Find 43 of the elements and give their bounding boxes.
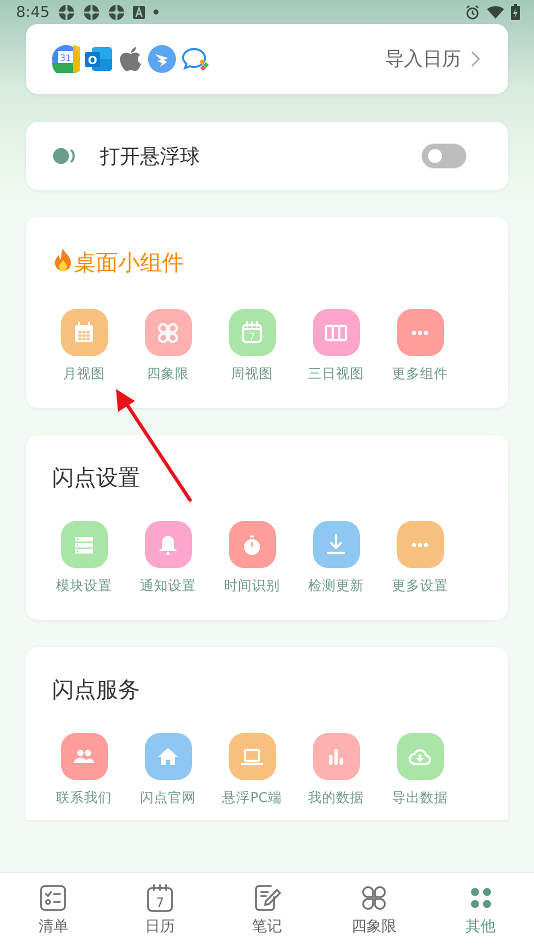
shortcut-button[interactable]: 导出数据 [378, 733, 462, 806]
shortcut-button[interactable]: 时间识别 [210, 521, 294, 594]
shortcut-button[interactable]: 三日视图 [294, 309, 378, 382]
shortcut-button[interactable]: 更多设置 [378, 521, 462, 594]
import-calendar-button[interactable]: 导入日历 [385, 46, 480, 72]
shortcut-button[interactable]: 模块设置 [42, 521, 126, 594]
section-title: 闪点服务 [52, 677, 140, 705]
shortcut-button[interactable]: 悬浮PC端 [210, 733, 294, 806]
app-notification-icon [82, 4, 100, 20]
shortcut-button[interactable]: 月视图 [42, 309, 126, 382]
shortcut-button[interactable]: 闪点官网 [126, 733, 210, 806]
dot-icon [152, 9, 159, 15]
shortcut-button[interactable]: 我的数据 [294, 733, 378, 806]
flame-icon [52, 247, 74, 273]
section-title: 闪点设置 [52, 465, 140, 493]
shortcut-button[interactable]: 7 周视图 [210, 309, 294, 382]
floating-ball-icon [52, 147, 76, 165]
app-notification-icon [58, 4, 75, 20]
toggle-switch[interactable] [421, 143, 467, 169]
app-notification-icon [108, 4, 125, 20]
keyboard-icon [132, 6, 145, 18]
alarm-icon [465, 4, 480, 20]
clock: 8:45 [16, 3, 50, 21]
chat-logo-icon [180, 45, 210, 73]
shortcut-button[interactable]: 通知设置 [126, 521, 210, 594]
calendar-logo-icon: 31 [52, 45, 80, 73]
battery-icon [511, 4, 520, 20]
calendar-icon: 7 [228, 309, 276, 356]
floating-ball-label: 打开悬浮球 [100, 142, 200, 170]
nav-tab[interactable]: 7 日历 [145, 873, 176, 937]
nav-tab[interactable]: 清单 [38, 873, 68, 937]
wifi-icon [487, 5, 504, 19]
shortcut-button[interactable]: 四象限 [126, 309, 210, 382]
shortcut-button[interactable]: 检测更新 [294, 521, 378, 594]
apple-icon [118, 45, 144, 73]
checklist-icon [38, 883, 68, 913]
shortcut-button[interactable]: 更多组件 [378, 309, 462, 382]
nav-tab[interactable]: 笔记 [252, 873, 282, 937]
nav-tab[interactable]: 四象限 [351, 873, 396, 937]
nav-tab[interactable]: 其他 [466, 873, 496, 937]
shortcut-button[interactable]: 联系我们 [42, 733, 126, 806]
chevron-right-icon [471, 51, 480, 67]
section-title: 桌面小组件 [74, 250, 184, 278]
